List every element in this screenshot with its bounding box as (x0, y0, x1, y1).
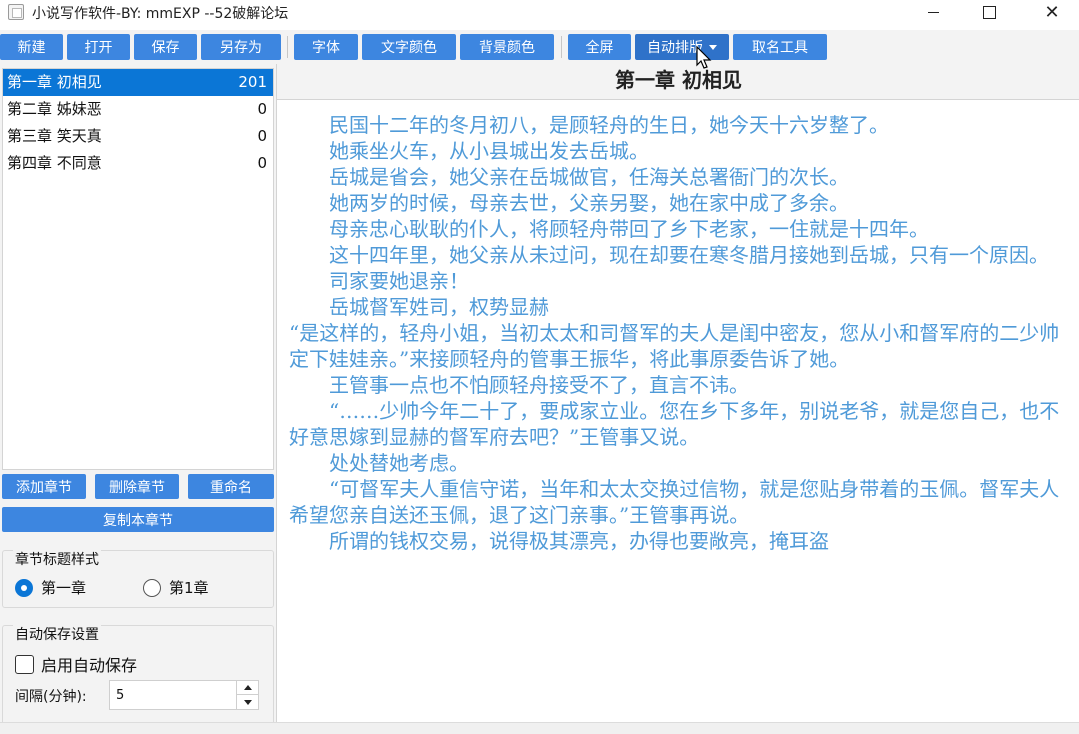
new-button[interactable]: 新建 (0, 34, 63, 60)
toolbar: 新建 打开 保存 另存为 字体 文字颜色 背景颜色 全屏 自动排版 取名工具 (0, 30, 1079, 64)
save-as-button[interactable]: 另存为 (201, 34, 281, 60)
background-color-button[interactable]: 背景颜色 (460, 34, 554, 60)
save-button[interactable]: 保存 (134, 34, 197, 60)
copy-chapter-button[interactable]: 复制本章节 (2, 507, 274, 532)
rename-chapter-button[interactable]: 重命名 (188, 474, 274, 499)
auto-layout-button[interactable]: 自动排版 (635, 34, 729, 60)
autosave-label: 自动保存设置 (13, 624, 101, 644)
font-button[interactable]: 字体 (294, 34, 358, 60)
text-paragraph: “是这样的，轻舟小姐，当初太太和司督军的夫人是闺中密友，您从小和督军府的二少帅定… (289, 321, 1060, 371)
title-style-option-label: 第一章 (41, 579, 87, 597)
chapter-title: 第一章 初相见 (7, 73, 102, 91)
text-paragraph: 母亲忠心耿耿的仆人，将顾轻舟带回了乡下老家，一住就是十四年。 (289, 217, 929, 241)
toolbar-separator (561, 36, 562, 58)
chapter-list-item[interactable]: 第二章 姊妹恶 0 (3, 96, 273, 123)
chapter-list-item[interactable]: 第一章 初相见 201 (3, 69, 273, 96)
title-style-label: 章节标题样式 (13, 549, 101, 569)
minimize-icon[interactable] (910, 0, 956, 24)
chapter-list[interactable]: 第一章 初相见 201 第二章 姊妹恶 0 第三章 笑天真 0 第四章 不同意 … (2, 68, 274, 470)
status-bar (0, 722, 1079, 734)
text-color-button[interactable]: 文字颜色 (362, 34, 456, 60)
title-style-option-arabic[interactable]: 第1章 (143, 577, 209, 598)
window-title: 小说写作软件-BY: mmEXP --52破解论坛 (32, 6, 289, 22)
arrow-down-icon (243, 699, 252, 705)
chapter-title: 第四章 不同意 (7, 154, 102, 172)
title-style-option-chinese[interactable]: 第一章 (15, 577, 86, 598)
chapter-title: 第二章 姊妹恶 (7, 100, 102, 118)
add-chapter-button[interactable]: 添加章节 (2, 474, 86, 499)
text-paragraph: 民国十二年的冬月初八，是顾轻舟的生日，她今天十六岁整了。 (289, 113, 889, 137)
text-paragraph: 岳城是省会，她父亲在岳城做官，任海关总署衙门的次长。 (289, 165, 849, 189)
spin-up-button[interactable] (237, 681, 258, 695)
chapter-word-count: 0 (257, 127, 267, 145)
text-paragraph: 司家要她退亲！ (289, 269, 469, 293)
chapter-word-count: 0 (257, 154, 267, 172)
interval-value: 5 (116, 688, 125, 703)
text-paragraph: 处处替她考虑。 (289, 451, 469, 475)
title-bar: 小说写作软件-BY: mmEXP --52破解论坛 ✕ (0, 0, 1079, 26)
title-style-option-label: 第1章 (169, 579, 209, 597)
auto-layout-label: 自动排版 (647, 40, 703, 56)
maximize-icon[interactable] (966, 0, 1012, 24)
text-paragraph: “可督军夫人重信守诺，当年和太太交换过信物，就是您贴身带着的玉佩。督军夫人希望您… (289, 477, 1060, 527)
text-paragraph: 她两岁的时候，母亲去世，父亲另娶，她在家中成了多余。 (289, 191, 849, 215)
text-paragraph: 所谓的钱权交易，说得极其漂亮，办得也要敞亮，掩耳盗 (289, 529, 829, 553)
enable-autosave-label: 启用自动保存 (41, 656, 138, 675)
spin-down-button[interactable] (237, 695, 258, 709)
close-icon[interactable]: ✕ (1029, 0, 1075, 24)
radio-checked-icon (15, 578, 33, 597)
interval-label: 间隔(分钟): (15, 689, 87, 705)
chapter-title: 第三章 笑天真 (7, 127, 102, 145)
autosave-group: 自动保存设置 启用自动保存 间隔(分钟): 5 (2, 624, 274, 725)
interval-spinbox[interactable]: 5 (109, 680, 259, 710)
title-style-group: 章节标题样式 第一章 第1章 (2, 549, 274, 608)
open-button[interactable]: 打开 (67, 34, 130, 60)
chapter-list-item[interactable]: 第三章 笑天真 0 (3, 123, 273, 150)
spin-buttons (236, 681, 258, 709)
chapter-list-item[interactable]: 第四章 不同意 0 (3, 150, 273, 177)
fullscreen-button[interactable]: 全屏 (568, 34, 631, 60)
chapter-word-count: 201 (238, 73, 267, 91)
editor-panel: 第一章 初相见 民国十二年的冬月初八，是顾轻舟的生日，她今天十六岁整了。 她乘坐… (276, 64, 1079, 722)
text-paragraph: 岳城督军姓司，权势显赫 (289, 295, 549, 319)
text-paragraph: 她乘坐火车，从小县城出发去岳城。 (289, 139, 649, 163)
app-icon (8, 4, 24, 20)
left-panel: 第一章 初相见 201 第二章 姊妹恶 0 第三章 笑天真 0 第四章 不同意 … (0, 64, 276, 734)
checkbox-unchecked-icon (15, 654, 34, 674)
chapter-heading: 第一章 初相见 (277, 64, 1079, 100)
text-paragraph: 王管事一点也不怕顾轻舟接受不了，直言不讳。 (289, 373, 749, 397)
text-paragraph: 这十四年里，她父亲从未过问，现在却要在寒冬腊月接她到岳城，只有一个原因。 (289, 243, 1049, 267)
enable-autosave-checkbox[interactable]: 启用自动保存 (15, 652, 137, 676)
naming-tool-button[interactable]: 取名工具 (733, 34, 827, 60)
text-paragraph: “……少帅今年二十了，要成家立业。您在乡下多年，别说老爷，就是您自己，也不好意思… (289, 399, 1060, 449)
radio-unchecked-icon (143, 578, 161, 597)
chapter-text-editor[interactable]: 民国十二年的冬月初八，是顾轻舟的生日，她今天十六岁整了。 她乘坐火车，从小县城出… (289, 112, 1069, 554)
toolbar-separator (287, 36, 288, 58)
arrow-up-icon (243, 685, 252, 690)
delete-chapter-button[interactable]: 删除章节 (95, 474, 179, 499)
chapter-word-count: 0 (257, 100, 267, 118)
